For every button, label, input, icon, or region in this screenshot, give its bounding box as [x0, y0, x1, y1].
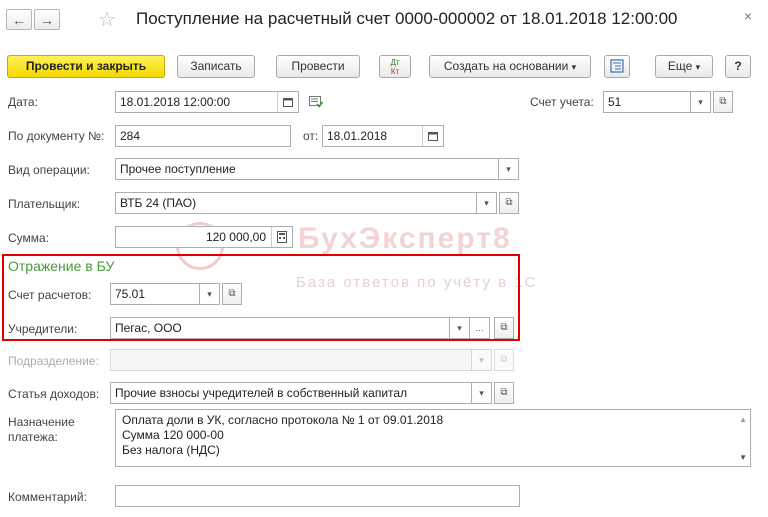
date-field[interactable]: 18.01.2018 12:00:00	[115, 91, 299, 113]
dt-icon-label: Дт	[390, 58, 400, 67]
create-based-on-label: Создать на основании	[443, 59, 569, 73]
group-title-accounting: Отражение в БУ	[8, 258, 115, 274]
settlement-account-dropdown-icon[interactable]: ▾	[200, 283, 220, 305]
close-icon[interactable]: ×	[744, 8, 752, 24]
calendar-icon[interactable]	[422, 126, 443, 146]
division-label: Подразделение:	[8, 354, 99, 368]
founders-open-icon[interactable]: ⧉	[494, 317, 514, 339]
operation-type-field[interactable]: Прочее поступление	[115, 158, 499, 180]
report-structure-button[interactable]	[604, 55, 630, 78]
chevron-down-icon: ▾	[571, 62, 577, 72]
back-button[interactable]: ←	[6, 9, 32, 30]
more-button[interactable]: Еще ▾	[655, 55, 713, 78]
purpose-textarea[interactable]: Оплата доли в УК, согласно протокола № 1…	[115, 409, 751, 467]
purpose-line: Сумма 120 000-00	[122, 428, 224, 442]
post-and-close-button[interactable]: Провести и закрыть	[7, 55, 165, 78]
settlement-account-field[interactable]: 75.01	[110, 283, 200, 305]
comment-label: Комментарий:	[8, 490, 87, 504]
scroll-up-icon[interactable]: ▲	[739, 412, 747, 427]
purpose-label-line2: платежа:	[8, 430, 58, 444]
date-value: 18.01.2018 12:00:00	[120, 95, 231, 109]
account-label: Счет учета:	[530, 95, 594, 109]
structure-icon	[610, 59, 624, 73]
calendar-icon[interactable]	[277, 92, 298, 112]
founders-field[interactable]: Пегас, ООО	[110, 317, 450, 339]
founders-dropdown-icon[interactable]: ▾	[450, 317, 470, 339]
income-article-dropdown-icon[interactable]: ▾	[472, 382, 492, 404]
payer-open-icon[interactable]: ⧉	[499, 192, 519, 214]
account-open-icon[interactable]: ⧉	[713, 91, 733, 113]
calculator-icon[interactable]	[271, 227, 292, 247]
income-article-label: Статья доходов:	[8, 387, 100, 401]
founders-label: Учредители:	[8, 322, 78, 336]
dt-kt-button[interactable]: Дт Кт	[379, 55, 411, 78]
chevron-down-icon: ▾	[695, 62, 701, 72]
income-article-open-icon[interactable]: ⧉	[494, 382, 514, 404]
account-field[interactable]: 51	[603, 91, 691, 113]
settlement-account-open-icon[interactable]: ⧉	[222, 283, 242, 305]
operation-type-dropdown-icon[interactable]: ▾	[499, 158, 519, 180]
arrow-left-icon: ←	[12, 12, 26, 28]
purpose-line: Оплата доли в УК, согласно протокола № 1…	[122, 413, 444, 427]
sum-value: 120 000,00	[205, 230, 266, 244]
sum-label: Сумма:	[8, 231, 50, 245]
scroll-down-icon[interactable]: ▼	[739, 450, 747, 465]
watermark-brand: БухЭксперт8	[298, 222, 512, 255]
forward-button[interactable]: →	[34, 9, 60, 30]
favorite-star-icon[interactable]: ☆	[98, 7, 116, 32]
income-article-field[interactable]: Прочие взносы учредителей в собственный …	[110, 382, 472, 404]
more-label: Еще	[667, 59, 693, 73]
create-based-on-button[interactable]: Создать на основании ▾	[429, 55, 591, 78]
purpose-label-line1: Назначение	[8, 415, 75, 429]
sum-field[interactable]: 120 000,00	[115, 226, 293, 248]
doc-number-label: По документу №:	[8, 129, 105, 143]
page-title: Поступление на расчетный счет 0000-00000…	[136, 9, 678, 28]
division-open-icon[interactable]: ⧉	[494, 349, 514, 371]
arrow-right-icon: →	[40, 12, 54, 28]
division-dropdown-icon[interactable]: ▾	[472, 349, 492, 371]
document-status-icon	[309, 96, 324, 111]
doc-number-field[interactable]: 284	[115, 125, 291, 147]
payer-dropdown-icon[interactable]: ▾	[477, 192, 497, 214]
payer-label: Плательщик:	[8, 197, 81, 211]
comment-field[interactable]	[115, 485, 520, 507]
purpose-line: Без налога (НДС)	[122, 443, 220, 457]
settlement-account-label: Счет расчетов:	[8, 288, 92, 302]
save-button[interactable]: Записать	[177, 55, 255, 78]
division-field[interactable]	[110, 349, 472, 371]
payer-field[interactable]: ВТБ 24 (ПАО)	[115, 192, 477, 214]
help-button[interactable]: ?	[725, 55, 751, 78]
kt-icon-label: Кт	[390, 67, 400, 76]
founders-select-icon[interactable]: …	[470, 317, 490, 339]
post-button[interactable]: Провести	[276, 55, 360, 78]
from-date-field[interactable]: 18.01.2018	[322, 125, 444, 147]
from-date-label: от:	[303, 129, 319, 143]
operation-type-label: Вид операции:	[8, 163, 90, 177]
from-date-value: 18.01.2018	[327, 129, 388, 143]
account-dropdown-icon[interactable]: ▾	[691, 91, 711, 113]
date-label: Дата:	[8, 95, 38, 109]
